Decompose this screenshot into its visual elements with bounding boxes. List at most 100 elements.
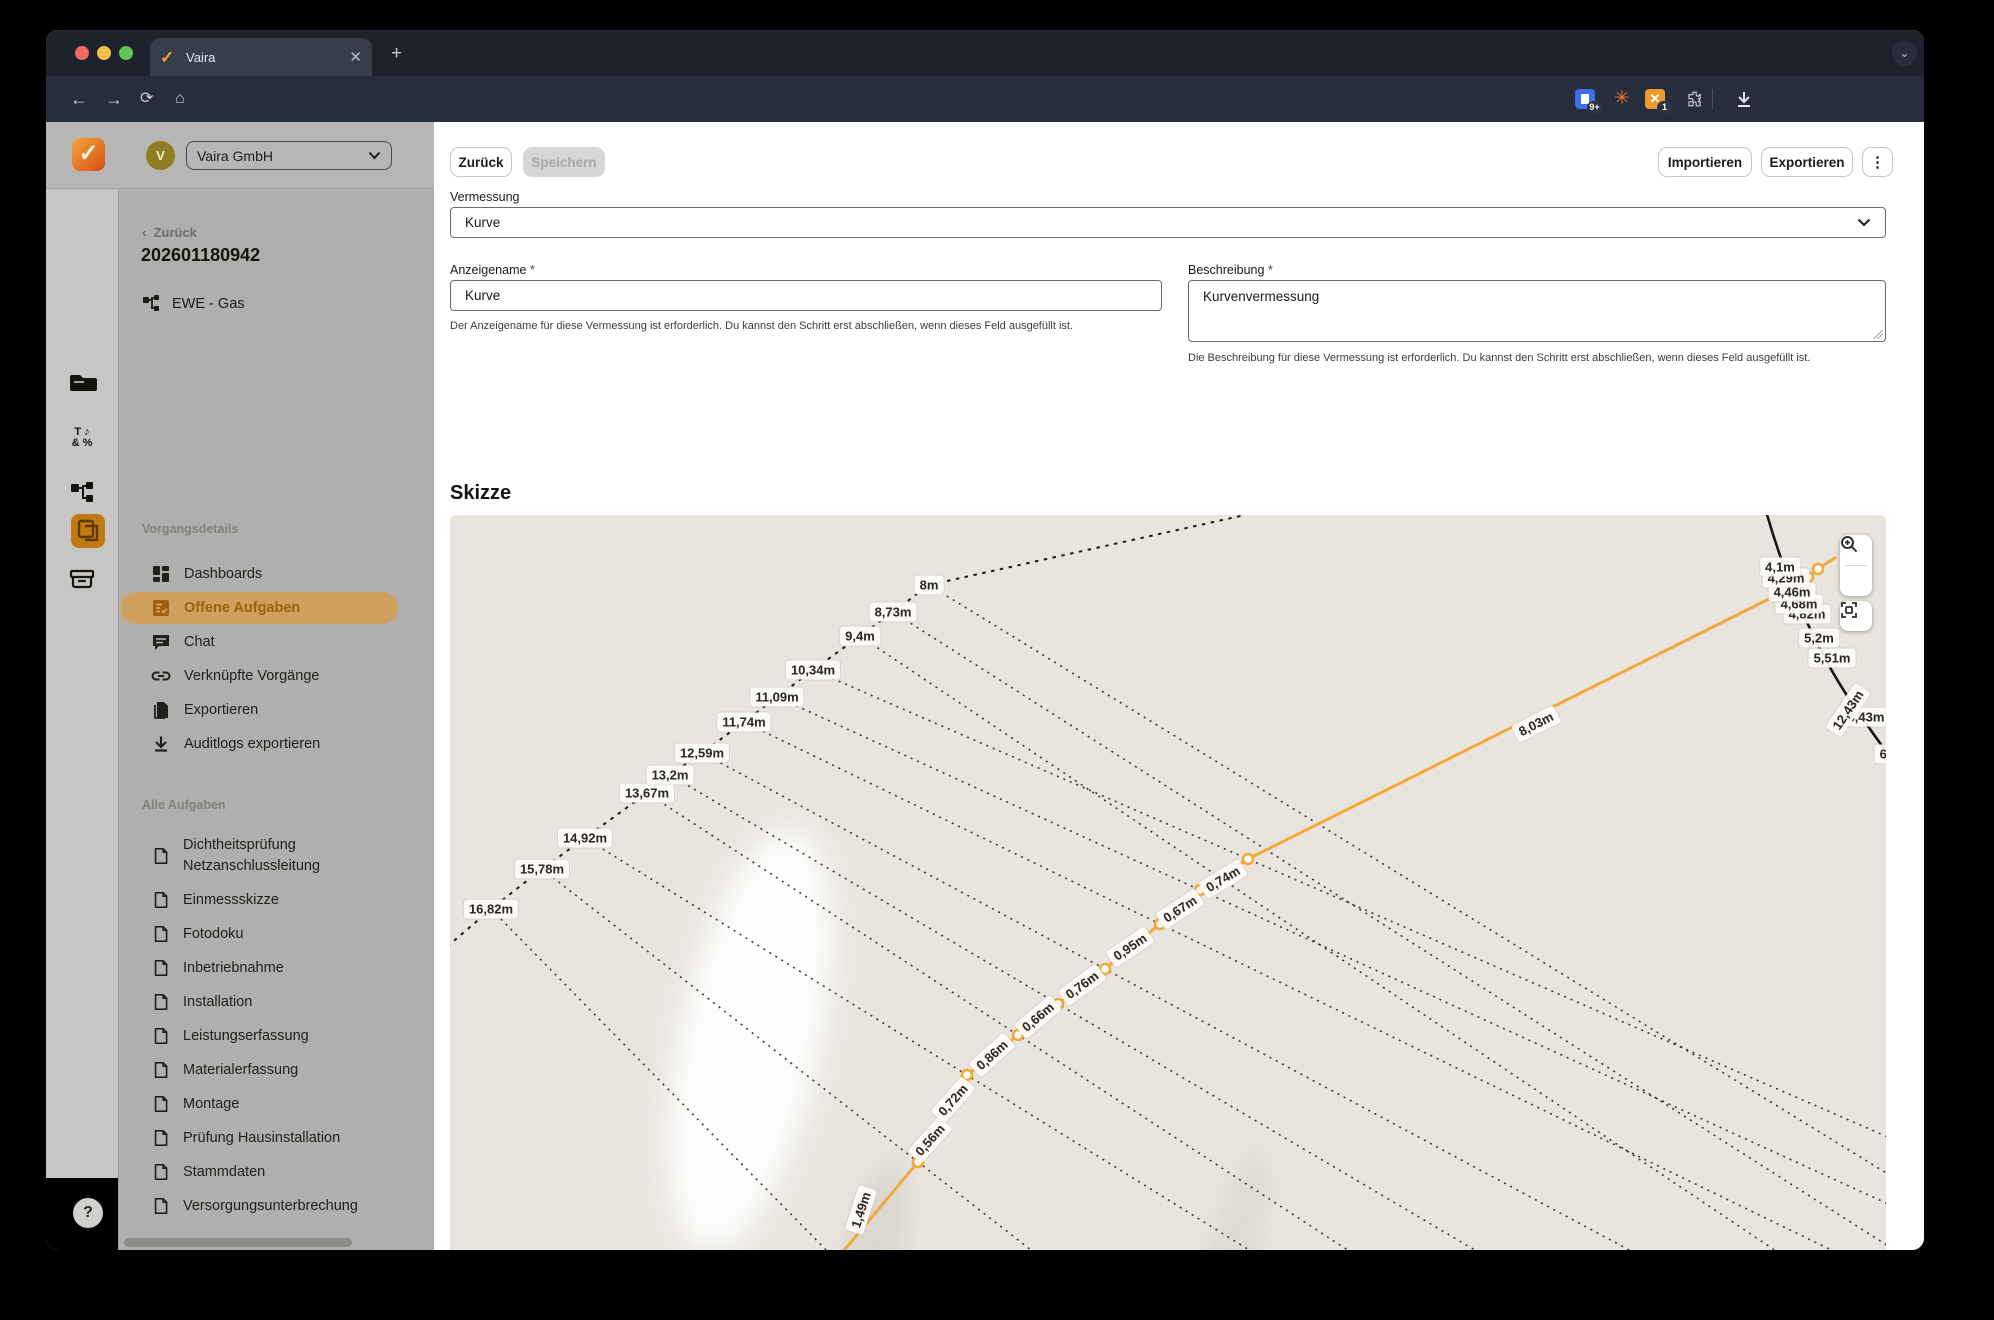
sidebar-item-exportieren[interactable]: Exportieren [120,693,434,727]
extension-sprocket-icon[interactable]: ✳ [1612,89,1632,109]
organization-name: Vaira GmbH [197,147,273,164]
tab-search-icon[interactable]: ⌄ [1892,41,1917,66]
tab-close-icon[interactable]: ✕ [349,48,362,66]
task-item-materialerfassung[interactable]: Materialerfassung [119,1053,434,1087]
beschreibung-label: Beschreibung * [1188,263,1273,277]
browser-tab[interactable]: ✓ Vaira ✕ [150,38,372,76]
chevron-down-icon [368,151,381,160]
export-icon [154,702,168,719]
doc-icon [154,1095,168,1113]
dashboard-icon [153,566,169,582]
task-item-label: Materialerfassung [183,1061,299,1078]
save-button[interactable]: Speichern [523,147,605,177]
doc-icon [154,1061,168,1079]
browser-toolbar: ← → ⟳ ⌂ office.vaira.app/o/c7be7mnm5f1rd… [46,76,1924,160]
download-icon [155,736,167,752]
measurement-label: 13,67m [619,783,675,803]
close-window-button[interactable] [75,46,89,60]
doc-icon [154,891,168,909]
task-item-stammdaten[interactable]: Stammdaten [119,1155,434,1189]
rail-item-processes-active[interactable] [71,514,105,548]
sidebar-item-label: Verknüpfte Vorgänge [184,668,320,684]
task-item-versorgungsunterbrechung[interactable]: Versorgungsunterbrechung [119,1189,434,1223]
back-icon[interactable]: ← [70,88,88,110]
project-row[interactable]: EWE - Gas [142,294,245,314]
doc-icon [154,1197,168,1215]
app-header: ✓ V Vaira GmbH [46,122,434,188]
measurement-label: 4,1m [1760,557,1800,577]
organization-select[interactable]: Vaira GmbH [186,141,392,170]
import-button[interactable]: Importieren [1658,147,1752,177]
minimize-window-button[interactable] [97,46,111,60]
task-item-inbetriebnahme[interactable]: Inbetriebnahme [119,951,434,985]
task-item-installation[interactable]: Installation [119,985,434,1019]
case-id: 202601180942 [141,245,261,265]
sidebar-item-dashboards[interactable]: Dashboards [120,557,434,591]
help-button[interactable]: ? [73,1198,103,1228]
extension-blue-icon[interactable]: 9+ [1575,89,1602,114]
sidebar-item-label: Dashboards [184,566,263,582]
sidebar-item-label: Auditlogs exportieren [184,736,321,752]
sidebar-item-label: Chat [184,634,215,650]
archive-box-icon[interactable] [46,567,118,591]
fit-bounds-control [1840,601,1872,631]
vermessung-select[interactable]: Kurve [450,207,1886,238]
hierarchy-icon[interactable] [46,481,118,505]
new-tab-button[interactable]: + [391,44,402,63]
primary-nav: Dashboards Offene Aufgaben Chat Verknüpfte … [119,557,434,761]
chat-icon [153,635,169,650]
zoom-window-button[interactable] [119,46,133,60]
extension-orange-icon[interactable]: ✕ 1 [1645,89,1672,114]
fit-bounds-button[interactable] [1840,601,1872,631]
forward-icon[interactable]: → [105,88,123,110]
icon-rail: T ♪& % 11 ⚙ [46,189,118,1250]
process-steps-icon [77,519,99,542]
task-item-label: Stammdaten [183,1163,266,1180]
export-button[interactable]: Exportieren [1761,147,1853,177]
task-item-dichtheitspr-fung[interactable]: Dichtheitsprüfung Netzanschlussleitung [119,829,434,883]
sidebar-panel: ‹ Zurück 202601180942 EWE - Gas Vorgangs… [119,189,434,1250]
measurement-label: 6,86m [1874,744,1886,764]
doc-icon [154,959,168,977]
sidebar-item-verkn-pfte-vorg-nge[interactable]: Verknüpfte Vorgänge [120,659,434,693]
task-item-label: Versorgungsunterbrechung [183,1197,358,1214]
reload-icon[interactable]: ⟳ [140,88,153,110]
section-alle-aufgaben: Alle Aufgaben [142,798,226,812]
task-item-label: Einmessskizze [183,891,279,908]
more-actions-button[interactable]: ⋮ [1862,147,1893,177]
fields-icon[interactable]: T ♪ & % [46,427,118,449]
measurement-label: 13,2m [646,765,694,785]
resize-handle[interactable] [1873,329,1883,339]
task-item-fotodoku[interactable]: Fotodoku [119,917,434,951]
extensions-puzzle-icon[interactable] [1685,89,1705,109]
vaira-logo[interactable]: ✓ [72,138,105,171]
measurement-label: 10,34m [785,660,841,680]
beschreibung-textarea[interactable]: Kurvenvermessung [1188,280,1886,342]
sketch-map[interactable]: 16,82m 15,78m 14,92m 13,67m 13,2m 12,59m 11,74… [450,515,1886,1250]
task-item-pr-fung-hausinstallation[interactable]: Prüfung Hausinstallation [119,1121,434,1155]
anzeigename-help: Der Anzeigename für diese Vermessung ist… [450,320,1074,332]
task-item-leistungserfassung[interactable]: Leistungserfassung [119,1019,434,1053]
downloads-icon[interactable] [1734,89,1754,109]
zoom-out-button[interactable] [1840,536,1872,596]
task-item-einmessskizze[interactable]: Einmessskizze [119,883,434,917]
sidebar-item-label: Offene Aufgaben [184,600,301,616]
sidebar-item-chat[interactable]: Chat [120,625,434,659]
back-link[interactable]: ‹ Zurück [142,225,197,240]
back-button[interactable]: Zurück [450,147,512,177]
anzeigename-input[interactable]: Kurve [450,280,1162,311]
beschreibung-help: Die Beschreibung für diese Vermessung is… [1188,352,1811,364]
task-item-montage[interactable]: Montage [119,1087,434,1121]
sidebar-horizontal-scrollbar[interactable] [124,1238,352,1247]
measurement-label: 12,59m [674,743,730,763]
task-list: Dichtheitsprüfung Netzanschlussleitung Ei… [119,829,434,1223]
doc-icon [154,1027,168,1045]
folder-icon[interactable] [46,371,118,393]
doc-icon [154,925,168,943]
section-vorgangsdetails: Vorgangsdetails [142,522,239,536]
vermessung-value: Kurve [465,215,501,230]
sidebar-item-auditlogs-exportieren[interactable]: Auditlogs exportieren [120,727,434,761]
home-icon[interactable]: ⌂ [175,88,185,110]
anzeigename-label: Anzeigename * [450,263,535,277]
sidebar-item-offene-aufgaben[interactable]: Offene Aufgaben [120,592,398,624]
